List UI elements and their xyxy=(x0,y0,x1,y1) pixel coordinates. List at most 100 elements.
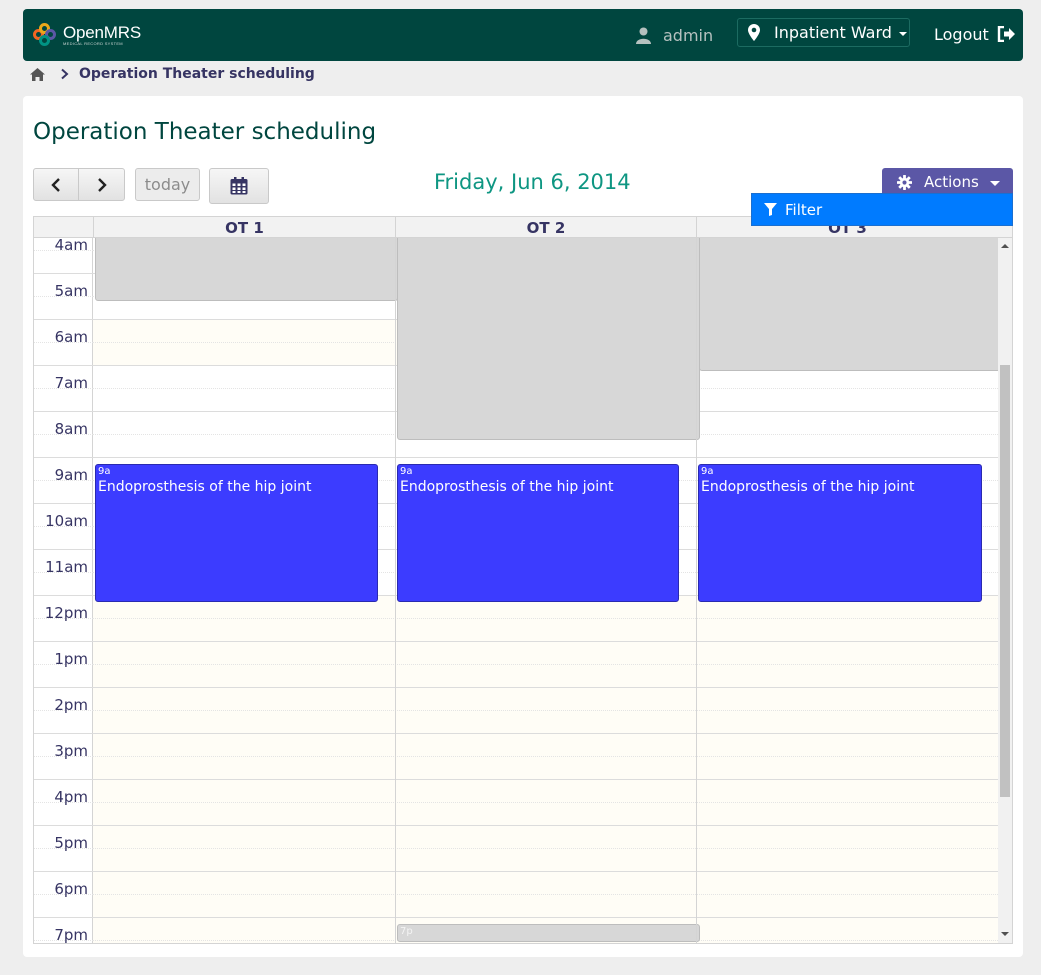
time-slot[interactable] xyxy=(93,618,998,641)
column-header-ot2: OT 2 xyxy=(395,217,696,238)
username: admin xyxy=(663,25,714,45)
column-divider xyxy=(696,238,697,943)
hour-label: 4am xyxy=(54,238,88,254)
hour-label: 7am xyxy=(54,374,88,392)
time-gridline xyxy=(34,549,93,550)
actions-label: Actions xyxy=(924,173,979,191)
user-icon xyxy=(636,27,651,44)
time-slot[interactable] xyxy=(93,756,998,779)
time-gridline xyxy=(34,917,93,918)
surgery-event[interactable]: 9a Endoprosthesis of the hip joint xyxy=(397,464,679,602)
chevron-down-icon xyxy=(989,180,1000,186)
hour-label: 2pm xyxy=(54,696,88,714)
chevron-down-icon xyxy=(898,32,907,36)
time-slot[interactable] xyxy=(93,825,998,848)
time-gridline xyxy=(34,365,93,366)
time-slot[interactable] xyxy=(93,710,998,733)
sign-out-icon xyxy=(997,26,1015,42)
openmrs-logo-icon xyxy=(33,23,57,47)
location-selector[interactable]: Inpatient Ward xyxy=(737,18,910,47)
calendar-scrollbar[interactable] xyxy=(998,238,1012,943)
today-button[interactable]: today xyxy=(135,168,200,201)
blocked-slot xyxy=(397,238,700,440)
filter-menu-item[interactable]: Filter xyxy=(751,193,1013,226)
time-gridline xyxy=(34,641,93,642)
hour-label: 6pm xyxy=(54,880,88,898)
time-slot[interactable] xyxy=(93,848,998,871)
next-day-button[interactable] xyxy=(78,168,125,201)
hour-label: 8am xyxy=(54,420,88,438)
event-time: 9a xyxy=(400,466,413,477)
hour-label: 6am xyxy=(54,328,88,346)
chevron-right-icon xyxy=(61,68,69,80)
time-gridline xyxy=(34,871,93,872)
hour-label: 4pm xyxy=(54,788,88,806)
time-gridline xyxy=(34,503,93,504)
breadcrumb: Operation Theater scheduling xyxy=(30,64,315,84)
time-gridline xyxy=(34,319,93,320)
gear-icon xyxy=(897,174,912,190)
hour-label: 5am xyxy=(54,282,88,300)
event-title: Endoprosthesis of the hip joint xyxy=(400,479,614,495)
time-gridline xyxy=(34,273,93,274)
time-gridline xyxy=(34,457,93,458)
time-gridline xyxy=(34,825,93,826)
location-label: Inpatient Ward xyxy=(774,23,892,42)
logout-label: Logout xyxy=(934,24,989,44)
day-calendar: OT 1 OT 2 OT 3 4am 5am 6am 7am 8am 9am 10am 11a… xyxy=(33,216,1013,944)
column-header-ot1: OT 1 xyxy=(93,217,395,238)
hour-label: 12pm xyxy=(44,604,88,622)
surgery-event[interactable]: 9a Endoprosthesis of the hip joint xyxy=(698,464,982,602)
surgery-event[interactable]: 9a Endoprosthesis of the hip joint xyxy=(95,464,378,602)
time-slot[interactable] xyxy=(93,664,998,687)
logo-name: OpenMRS xyxy=(63,23,141,42)
time-slot[interactable] xyxy=(93,687,998,710)
logout-link[interactable]: Logout xyxy=(934,22,1015,46)
actions-button[interactable]: Actions xyxy=(882,168,1013,196)
column-divider xyxy=(395,238,396,943)
time-slot[interactable] xyxy=(93,779,998,802)
blocked-slot xyxy=(699,238,998,371)
current-date-title: Friday, Jun 6, 2014 xyxy=(434,170,631,194)
openmrs-logo[interactable]: OpenMRS MEDICAL RECORD SYSTEM xyxy=(33,21,141,49)
time-slot[interactable] xyxy=(93,894,998,917)
hour-label: 11am xyxy=(45,558,88,576)
calendar-icon xyxy=(230,177,248,195)
chevron-left-icon xyxy=(51,177,60,192)
time-gridline xyxy=(34,779,93,780)
date-picker-button[interactable] xyxy=(209,168,269,204)
time-axis: 4am 5am 6am 7am 8am 9am 10am 11am 12pm 1pm 2pm 3pm 4… xyxy=(34,238,93,944)
scrollbar-thumb[interactable] xyxy=(1000,365,1010,797)
map-marker-icon xyxy=(748,24,760,41)
time-slot[interactable] xyxy=(93,733,998,756)
hour-label: 7pm xyxy=(54,926,88,944)
chevron-right-icon xyxy=(97,177,107,192)
calendar-body[interactable]: 4am 5am 6am 7am 8am 9am 10am 11am 12pm 1pm 2pm 3pm 4… xyxy=(34,238,998,944)
hour-label: 5pm xyxy=(54,834,88,852)
blocked-slot xyxy=(95,238,398,301)
home-icon[interactable] xyxy=(30,67,45,81)
hour-label: 3pm xyxy=(54,742,88,760)
previous-day-button[interactable] xyxy=(33,168,79,201)
today-label: today xyxy=(144,175,191,194)
time-slot[interactable] xyxy=(93,802,998,825)
time-slot[interactable] xyxy=(93,871,998,894)
event-time: 9a xyxy=(98,466,111,477)
filter-label: Filter xyxy=(785,200,823,219)
hour-label: 10am xyxy=(45,512,88,530)
filter-icon xyxy=(764,203,777,216)
time-gridline xyxy=(34,687,93,688)
hour-label: 1pm xyxy=(54,650,88,668)
time-gridline xyxy=(34,411,93,412)
scroll-up-arrow-icon[interactable] xyxy=(1001,244,1009,248)
blocked-slot-time: 7p xyxy=(400,926,413,937)
scroll-down-arrow-icon[interactable] xyxy=(1001,932,1009,936)
event-title: Endoprosthesis of the hip joint xyxy=(98,479,312,495)
time-gridline xyxy=(34,595,93,596)
current-user: admin xyxy=(636,24,713,46)
breadcrumb-current: Operation Theater scheduling xyxy=(79,66,315,82)
time-slot[interactable] xyxy=(93,641,998,664)
logo-subtitle: MEDICAL RECORD SYSTEM xyxy=(63,41,123,46)
hour-label: 9am xyxy=(54,466,88,484)
event-title: Endoprosthesis of the hip joint xyxy=(701,479,915,495)
